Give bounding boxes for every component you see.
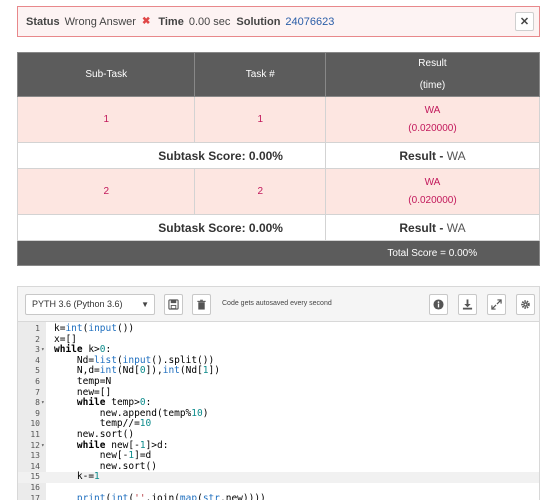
- solution-label: Solution: [236, 15, 281, 28]
- fold-toggle-icon[interactable]: ▾: [41, 398, 45, 409]
- code-text: k=int(input()): [54, 323, 135, 334]
- info-button[interactable]: [429, 294, 448, 315]
- code-area[interactable]: 1 k=int(input()) 2 x=[] 3 ▾ while k>0: 4 Nd=lis…: [18, 322, 539, 500]
- cross-icon: ✖: [141, 16, 151, 27]
- code-line[interactable]: 15 k-=1: [18, 472, 539, 483]
- header-result: Result (time): [324, 52, 541, 97]
- solution-link[interactable]: 24076623: [285, 16, 334, 28]
- line-number: 5: [35, 366, 40, 376]
- gear-icon: [521, 300, 530, 309]
- table-row: 2 2 WA (0.020000): [16, 168, 541, 215]
- subtask-cell: 2: [16, 168, 196, 215]
- code-lines: 1 k=int(input()) 2 x=[] 3 ▾ while k>0: 4 Nd=lis…: [18, 323, 539, 500]
- task-cell: 1: [194, 96, 326, 143]
- header-subtask: Sub-Task: [16, 52, 196, 97]
- time-value: 0.00 sec: [188, 15, 231, 28]
- line-number: 15: [30, 472, 40, 482]
- expand-icon: [491, 299, 502, 310]
- line-number: 10: [30, 419, 40, 429]
- subtask-score-row: Subtask Score: 0.00% Result - WA: [17, 142, 541, 169]
- line-number: 8: [35, 398, 40, 408]
- code-text: print(int(''.join(map(str,new)))): [76, 492, 266, 500]
- time-label: Time: [158, 15, 184, 28]
- submission-status-bar: Status Wrong Answer ✖ Time 0.00 sec Solu…: [17, 6, 540, 37]
- close-button[interactable]: ✕: [515, 12, 534, 31]
- line-number: 9: [35, 408, 40, 418]
- save-icon: [168, 299, 179, 310]
- code-line[interactable]: 6 temp=N: [18, 375, 539, 388]
- fold-toggle-icon[interactable]: ▾: [41, 345, 45, 356]
- task-cell: 2: [194, 168, 326, 215]
- total-score-row: Total Score = 0.00%: [17, 240, 541, 266]
- subtask-score-row: Subtask Score: 0.00% Result - WA: [17, 214, 541, 241]
- code-text: temp=N: [54, 375, 112, 387]
- autosave-note: Code gets autosaved every second: [222, 300, 332, 307]
- total-score: Total Score = 0.00%: [325, 240, 541, 266]
- status-label: Status: [26, 15, 60, 28]
- fold-toggle-icon[interactable]: ▾: [41, 441, 45, 452]
- line-number: 7: [35, 387, 40, 397]
- result-cell: WA (0.020000): [324, 168, 541, 215]
- chevron-down-icon: ▼: [141, 300, 149, 309]
- subtask-result: Result - WA: [324, 214, 541, 241]
- language-select-value: PYTH 3.6 (Python 3.6): [32, 299, 123, 309]
- download-button[interactable]: [458, 294, 477, 315]
- settings-button[interactable]: [516, 294, 535, 315]
- code-line[interactable]: 17 print(int(''.join(map(str,new)))): [18, 492, 539, 500]
- code-text: k-=1: [54, 471, 100, 483]
- info-icon: [433, 299, 444, 310]
- line-number: 2: [35, 334, 40, 344]
- download-icon: [462, 299, 473, 310]
- line-number: 3: [35, 345, 40, 355]
- save-button[interactable]: [164, 294, 183, 315]
- line-number: 4: [35, 355, 40, 365]
- line-number: 11: [30, 429, 40, 439]
- trash-icon: [197, 299, 206, 310]
- line-number: 12: [30, 440, 40, 450]
- editor-toolbar: PYTH 3.6 (Python 3.6) ▼ Code gets autosa…: [18, 287, 539, 322]
- table-row: 1 1 WA (0.020000): [16, 96, 541, 143]
- delete-button[interactable]: [192, 294, 211, 315]
- results-header-row: Sub-Task Task # Result (time): [16, 52, 541, 97]
- line-number: 14: [30, 461, 40, 471]
- code-line[interactable]: 1 k=int(input()): [18, 323, 539, 335]
- line-number: 16: [30, 482, 40, 492]
- code-editor-panel: PYTH 3.6 (Python 3.6) ▼ Code gets autosa…: [17, 286, 540, 500]
- header-task: Task #: [194, 52, 326, 97]
- fullscreen-button[interactable]: [487, 294, 506, 315]
- line-number: 1: [35, 324, 40, 333]
- subtask-score: Subtask Score: 0.00%: [17, 142, 326, 169]
- results-table: Sub-Task Task # Result (time) 1 1 WA (0.02…: [16, 52, 541, 266]
- status-value: Wrong Answer: [64, 15, 136, 28]
- subtask-result: Result - WA: [324, 142, 541, 169]
- close-icon: ✕: [519, 16, 530, 28]
- line-number: 13: [30, 451, 40, 461]
- language-select[interactable]: PYTH 3.6 (Python 3.6) ▼: [25, 294, 155, 315]
- subtask-cell: 1: [16, 96, 196, 143]
- subtask-score: Subtask Score: 0.00%: [17, 214, 326, 241]
- line-number: 6: [35, 376, 40, 386]
- result-cell: WA (0.020000): [324, 96, 541, 143]
- line-number: 17: [30, 493, 40, 500]
